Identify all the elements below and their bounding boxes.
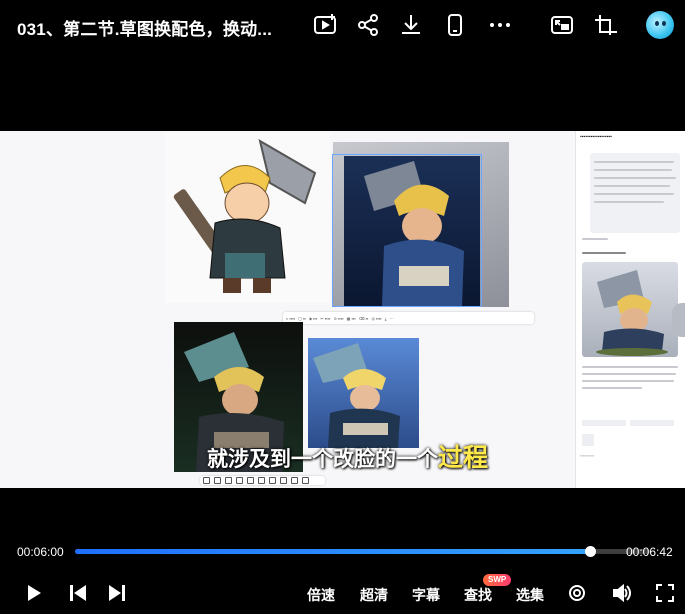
- quality-button[interactable]: 超清: [360, 585, 388, 605]
- canvas-bottom-toolbar: [200, 476, 325, 485]
- video-subtitle: 就涉及到一个改脸的一个过程: [207, 438, 488, 474]
- danmaku-icon[interactable]: [567, 583, 587, 608]
- subtitles-button[interactable]: 字幕: [412, 585, 440, 605]
- subtitle-highlight: 过程: [438, 444, 489, 472]
- volume-icon[interactable]: [611, 583, 631, 608]
- picture-in-picture-icon[interactable]: [549, 12, 575, 38]
- video-title: 031、第二节.草图换配色，换动...: [17, 20, 273, 39]
- speed-button[interactable]: 倍速: [307, 585, 335, 605]
- fullscreen-window-icon[interactable]: [592, 12, 618, 38]
- chat-header: ▪▪▪▪▪▪▪▪▪▪▪▪▪▪▪▪▪▪: [580, 134, 612, 140]
- episodes-button[interactable]: 选集: [516, 585, 544, 605]
- video-frame[interactable]: ◐ ▪▪▪▪ ▢ ▪▪ ◈ ▪▪▪ ✂ ▪▪▪▪ ⊙ ▪▪▪▪ ▦ ▪▪▪ ⌫ ▪▪ ◎ ▪▪…: [0, 131, 685, 488]
- total-time: 00:06:42: [626, 545, 673, 559]
- next-icon[interactable]: [107, 583, 127, 608]
- avatar[interactable]: [646, 11, 674, 39]
- share-icon[interactable]: [355, 12, 381, 38]
- download-icon[interactable]: [398, 12, 424, 38]
- design-canvas: ◐ ▪▪▪▪ ▢ ▪▪ ◈ ▪▪▪ ✂ ▪▪▪▪ ⊙ ▪▪▪▪ ▦ ▪▪▪ ⌫ ▪▪ ◎ ▪▪…: [0, 131, 575, 488]
- selection-box: [332, 154, 482, 307]
- progress-bar[interactable]: [75, 546, 650, 557]
- character-blue-image: [308, 338, 419, 448]
- character-sketch-image: [165, 133, 330, 303]
- video-add-icon[interactable]: [312, 12, 338, 38]
- canvas-toolbar: ◐ ▪▪▪▪ ▢ ▪▪ ◈ ▪▪▪ ✂ ▪▪▪▪ ⊙ ▪▪▪▪ ▦ ▪▪▪ ⌫ ▪▪ ◎ ▪▪…: [283, 312, 534, 324]
- previous-icon[interactable]: [68, 583, 88, 608]
- generated-image[interactable]: [582, 262, 678, 357]
- search-button[interactable]: 查找: [464, 585, 492, 605]
- subtitle-text: 就涉及到一个改脸的一个: [207, 448, 438, 471]
- progress-knob[interactable]: [584, 546, 596, 557]
- top-bar: 031、第二节.草图换配色，换动...: [0, 0, 685, 52]
- progress-fill: [75, 549, 590, 554]
- current-time: 00:06:00: [17, 545, 64, 559]
- more-icon[interactable]: [487, 12, 513, 38]
- chat-panel: ▪▪▪▪▪▪▪▪▪▪▪▪▪▪▪▪▪▪ ▪▪▪▪▪▪▪▪▪▪: [575, 131, 685, 488]
- side-collapse-handle[interactable]: [672, 303, 685, 337]
- phone-icon[interactable]: [442, 12, 468, 38]
- play-icon[interactable]: [24, 583, 44, 608]
- chat-input[interactable]: ▪▪▪▪▪▪▪▪▪▪: [580, 453, 680, 459]
- fullscreen-icon[interactable]: [655, 583, 675, 608]
